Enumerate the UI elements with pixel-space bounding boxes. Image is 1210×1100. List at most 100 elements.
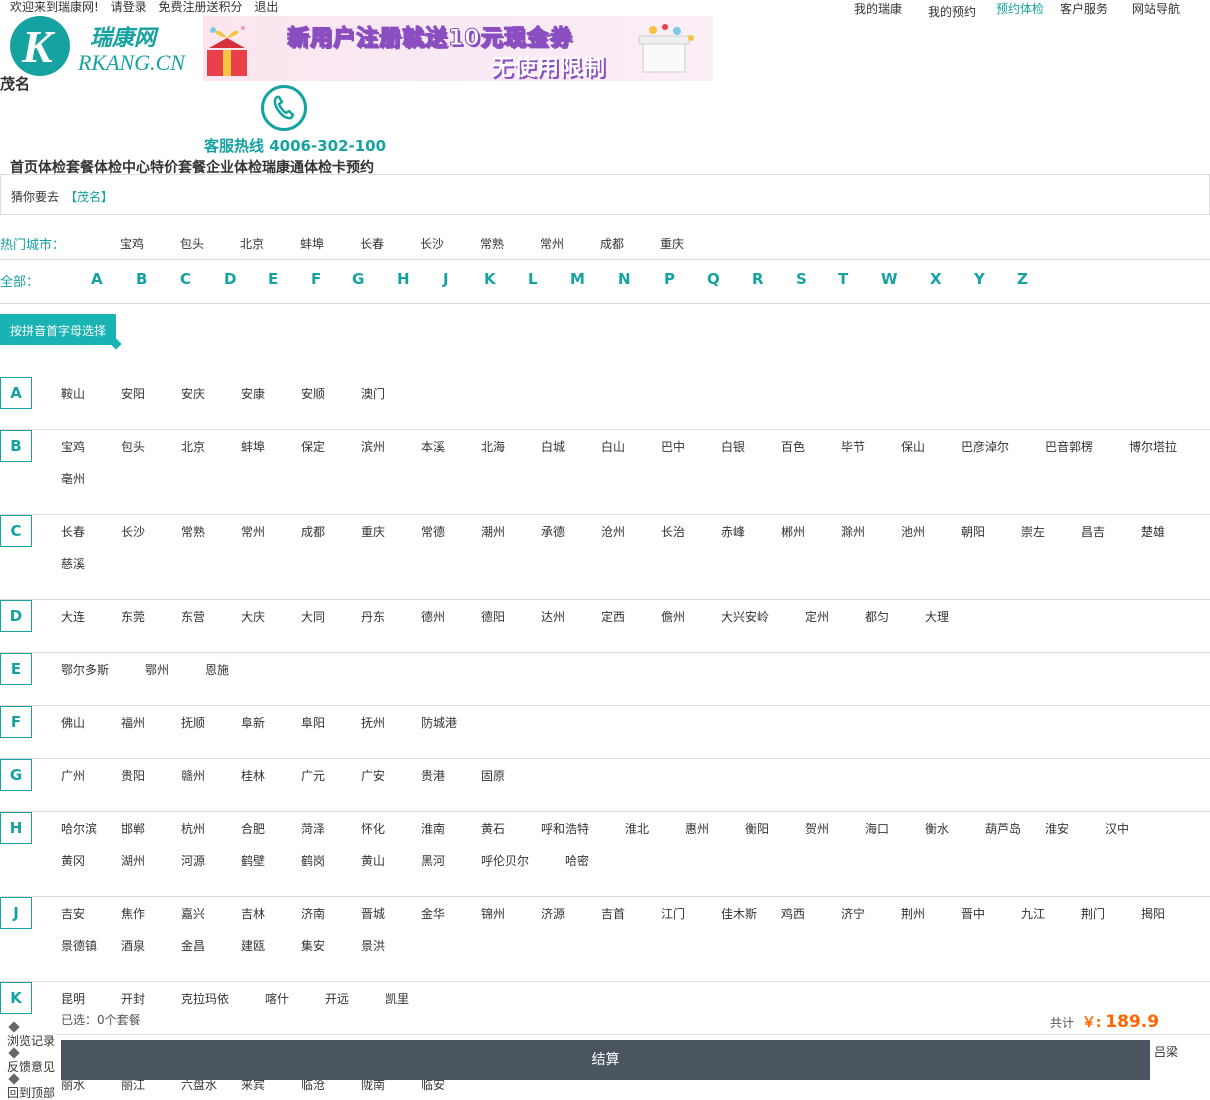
city-link[interactable]: 安庆: [181, 385, 205, 402]
city-link[interactable]: 荆州: [901, 905, 925, 922]
city-link[interactable]: 朝阳: [961, 523, 985, 540]
city-link[interactable]: 蚌埠: [241, 438, 265, 455]
city-link[interactable]: 澳门: [361, 385, 385, 402]
city-link[interactable]: 晋城: [361, 905, 385, 922]
back-to-top-button[interactable]: 回到顶部: [7, 1084, 55, 1100]
city-link[interactable]: 东营: [181, 608, 205, 625]
city-link[interactable]: 集安: [301, 937, 325, 954]
city-link[interactable]: 淮南: [421, 820, 445, 837]
city-link[interactable]: 黑河: [421, 852, 445, 869]
letter-link[interactable]: S: [796, 270, 807, 288]
letter-link[interactable]: H: [397, 270, 410, 288]
city-link[interactable]: 黄冈: [61, 852, 85, 869]
city-link[interactable]: 抚州: [361, 714, 385, 731]
feedback-button[interactable]: 反馈意见: [7, 1058, 55, 1075]
city-link[interactable]: 衡水: [925, 820, 949, 837]
city-link[interactable]: 池州: [901, 523, 925, 540]
city-link[interactable]: 巴音郭楞: [1045, 438, 1093, 455]
city-link[interactable]: 克拉玛依: [181, 990, 229, 1007]
pinyin-tab[interactable]: 按拼音首字母选择: [0, 314, 122, 350]
city-link[interactable]: 重庆: [361, 523, 385, 540]
city-link[interactable]: 济源: [541, 905, 565, 922]
city-link[interactable]: 毕节: [841, 438, 865, 455]
city-link[interactable]: 防城港: [421, 714, 457, 731]
city-link[interactable]: 贵阳: [121, 767, 145, 784]
city-link[interactable]: 鞍山: [61, 385, 85, 402]
current-city[interactable]: 茂名: [0, 73, 30, 94]
city-link[interactable]: 湖州: [121, 852, 145, 869]
letter-link[interactable]: B: [136, 270, 147, 288]
city-link[interactable]: 桂林: [241, 767, 265, 784]
city-link[interactable]: 博尔塔拉: [1129, 438, 1177, 455]
city-link[interactable]: 鸡西: [781, 905, 805, 922]
letter-link[interactable]: M: [570, 270, 585, 288]
city-link[interactable]: 汉中: [1105, 820, 1129, 837]
city-link[interactable]: 滁州: [841, 523, 865, 540]
city-link[interactable]: 揭阳: [1141, 905, 1165, 922]
city-link[interactable]: 景德镇: [61, 937, 97, 954]
city-link[interactable]: 黄山: [361, 852, 385, 869]
city-link[interactable]: 常德: [421, 523, 445, 540]
city-link[interactable]: 安顺: [301, 385, 325, 402]
city-link[interactable]: 阜阳: [301, 714, 325, 731]
city-link[interactable]: 大兴安岭: [721, 608, 769, 625]
city-link[interactable]: 定西: [601, 608, 625, 625]
city-link[interactable]: 宝鸡: [61, 438, 85, 455]
city-link[interactable]: 巴彦淖尔: [961, 438, 1009, 455]
hot-city[interactable]: 长春: [360, 235, 384, 252]
letter-link[interactable]: K: [484, 270, 496, 288]
hot-city[interactable]: 成都: [600, 235, 624, 252]
city-link[interactable]: 丹东: [361, 608, 385, 625]
city-link[interactable]: 广州: [61, 767, 85, 784]
letter-link[interactable]: D: [224, 270, 236, 288]
hot-city[interactable]: 常州: [540, 235, 564, 252]
city-link[interactable]: 沧州: [601, 523, 625, 540]
letter-link[interactable]: E: [268, 270, 278, 288]
city-link[interactable]: 百色: [781, 438, 805, 455]
city-link[interactable]: 赣州: [181, 767, 205, 784]
city-link[interactable]: 建瓯: [241, 937, 265, 954]
city-link[interactable]: 衡阳: [745, 820, 769, 837]
city-link[interactable]: 达州: [541, 608, 565, 625]
city-link[interactable]: 佳木斯: [721, 905, 757, 922]
letter-link[interactable]: A: [91, 270, 103, 288]
city-link[interactable]: 常州: [241, 523, 265, 540]
city-link[interactable]: 哈尔滨: [61, 820, 97, 837]
nav-site-map[interactable]: 网站导航: [1132, 0, 1180, 17]
letter-link[interactable]: J: [443, 270, 449, 288]
city-link[interactable]: 广安: [361, 767, 385, 784]
letter-link[interactable]: F: [311, 270, 321, 288]
hot-city[interactable]: 常熟: [480, 235, 504, 252]
city-link[interactable]: 恩施: [205, 661, 229, 678]
city-link[interactable]: 凯里: [385, 990, 409, 1007]
city-link[interactable]: 东莞: [121, 608, 145, 625]
city-link[interactable]: 大庆: [241, 608, 265, 625]
city-link[interactable]: 鄂州: [145, 661, 169, 678]
city-link[interactable]: 惠州: [685, 820, 709, 837]
city-link[interactable]: 焦作: [121, 905, 145, 922]
city-link[interactable]: 吉林: [241, 905, 265, 922]
city-link[interactable]: 昆明: [61, 990, 85, 1007]
letter-link[interactable]: Y: [974, 270, 985, 288]
hot-city[interactable]: 长沙: [420, 235, 444, 252]
hot-city[interactable]: 蚌埠: [300, 235, 324, 252]
city-link[interactable]: 北京: [181, 438, 205, 455]
city-link[interactable]: 都匀: [865, 608, 889, 625]
city-link[interactable]: 滨州: [361, 438, 385, 455]
city-link[interactable]: 郴州: [781, 523, 805, 540]
city-link[interactable]: 黄石: [481, 820, 505, 837]
city-link[interactable]: 合肥: [241, 820, 265, 837]
city-link[interactable]: 长春: [61, 523, 85, 540]
letter-link[interactable]: W: [881, 270, 898, 288]
hot-city[interactable]: 北京: [240, 235, 264, 252]
nav-my-appointments[interactable]: 我的预约: [928, 3, 976, 20]
city-link[interactable]: 安阳: [121, 385, 145, 402]
hot-city[interactable]: 重庆: [660, 235, 684, 252]
city-link[interactable]: 吉安: [61, 905, 85, 922]
letter-link[interactable]: X: [930, 270, 942, 288]
city-link[interactable]: 呼和浩特: [541, 820, 589, 837]
city-link[interactable]: 晋中: [961, 905, 985, 922]
city-link[interactable]: 海口: [865, 820, 889, 837]
city-link[interactable]: 慈溪: [61, 555, 85, 572]
city-link[interactable]: 呼伦贝尔: [481, 852, 529, 869]
